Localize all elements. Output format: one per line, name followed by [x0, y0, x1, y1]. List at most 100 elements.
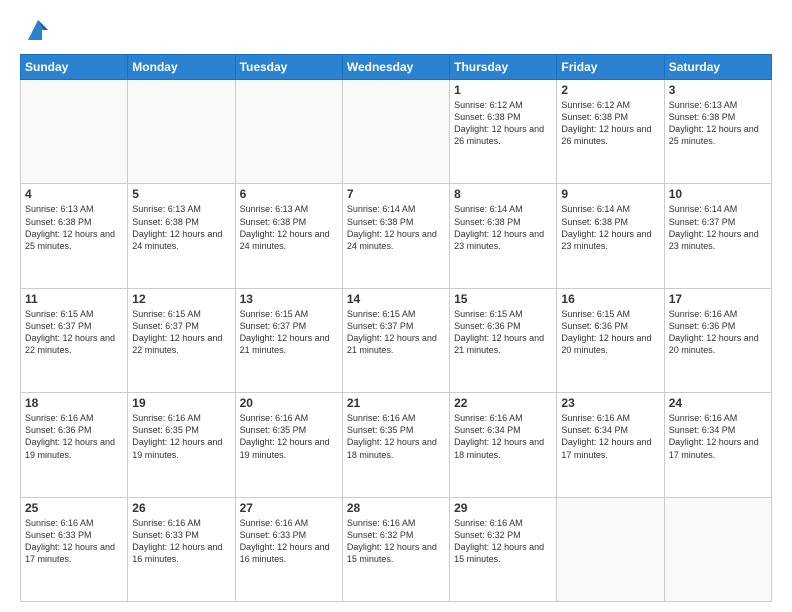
day-info: Sunrise: 6:15 AM Sunset: 6:37 PM Dayligh… [132, 308, 230, 357]
day-number: 24 [669, 396, 767, 410]
day-number: 9 [561, 187, 659, 201]
calendar-cell: 13 Sunrise: 6:15 AM Sunset: 6:37 PM Dayli… [235, 288, 342, 392]
day-info: Sunrise: 6:13 AM Sunset: 6:38 PM Dayligh… [240, 203, 338, 252]
day-number: 3 [669, 83, 767, 97]
calendar-cell [664, 497, 771, 601]
day-info: Sunrise: 6:15 AM Sunset: 6:37 PM Dayligh… [240, 308, 338, 357]
day-number: 16 [561, 292, 659, 306]
calendar-cell: 2Sunrise: 6:12 AM Sunset: 6:38 PM Daylig… [557, 80, 664, 184]
calendar-cell: 17 Sunrise: 6:16 AM Sunset: 6:36 PM Dayli… [664, 288, 771, 392]
day-info: Sunrise: 6:16 AM Sunset: 6:34 PM Dayligh… [669, 412, 767, 461]
calendar-cell [557, 497, 664, 601]
day-number: 15 [454, 292, 552, 306]
day-number: 6 [240, 187, 338, 201]
calendar-cell: 24 Sunrise: 6:16 AM Sunset: 6:34 PM Dayli… [664, 393, 771, 497]
day-info: Sunrise: 6:15 AM Sunset: 6:37 PM Dayligh… [347, 308, 445, 357]
calendar-cell: 8 Sunrise: 6:14 AM Sunset: 6:38 PM Daylig… [450, 184, 557, 288]
weekday-header-friday: Friday [557, 55, 664, 80]
day-info: Sunrise: 6:12 AM Sunset: 6:38 PM Dayligh… [561, 99, 659, 148]
calendar-cell: 7 Sunrise: 6:14 AM Sunset: 6:38 PM Daylig… [342, 184, 449, 288]
calendar-cell: 14 Sunrise: 6:15 AM Sunset: 6:37 PM Dayli… [342, 288, 449, 392]
day-info: Sunrise: 6:13 AM Sunset: 6:38 PM Dayligh… [25, 203, 123, 252]
day-info: Sunrise: 6:16 AM Sunset: 6:36 PM Dayligh… [25, 412, 123, 461]
day-info: Sunrise: 6:16 AM Sunset: 6:32 PM Dayligh… [347, 517, 445, 566]
calendar-cell: 9 Sunrise: 6:14 AM Sunset: 6:38 PM Daylig… [557, 184, 664, 288]
weekday-header-tuesday: Tuesday [235, 55, 342, 80]
day-info: Sunrise: 6:13 AM Sunset: 6:38 PM Dayligh… [132, 203, 230, 252]
day-number: 21 [347, 396, 445, 410]
day-number: 23 [561, 396, 659, 410]
calendar-week-5: 25Sunrise: 6:16 AM Sunset: 6:33 PM Dayli… [21, 497, 772, 601]
weekday-header-monday: Monday [128, 55, 235, 80]
day-number: 12 [132, 292, 230, 306]
calendar-cell: 16 Sunrise: 6:15 AM Sunset: 6:36 PM Dayli… [557, 288, 664, 392]
day-info: Sunrise: 6:16 AM Sunset: 6:35 PM Dayligh… [240, 412, 338, 461]
calendar-cell: 19 Sunrise: 6:16 AM Sunset: 6:35 PM Dayli… [128, 393, 235, 497]
day-number: 29 [454, 501, 552, 515]
day-number: 14 [347, 292, 445, 306]
calendar-cell: 11 Sunrise: 6:15 AM Sunset: 6:37 PM Dayli… [21, 288, 128, 392]
weekday-header-saturday: Saturday [664, 55, 771, 80]
day-number: 4 [25, 187, 123, 201]
calendar-week-2: 4 Sunrise: 6:13 AM Sunset: 6:38 PM Daylig… [21, 184, 772, 288]
calendar-cell: 22 Sunrise: 6:16 AM Sunset: 6:34 PM Dayli… [450, 393, 557, 497]
day-number: 8 [454, 187, 552, 201]
day-number: 26 [132, 501, 230, 515]
day-info: Sunrise: 6:16 AM Sunset: 6:36 PM Dayligh… [669, 308, 767, 357]
day-number: 18 [25, 396, 123, 410]
calendar-cell: 26Sunrise: 6:16 AM Sunset: 6:33 PM Dayli… [128, 497, 235, 601]
calendar-cell: 1 Sunrise: 6:12 AM Sunset: 6:38 PM Daylig… [450, 80, 557, 184]
day-info: Sunrise: 6:14 AM Sunset: 6:38 PM Dayligh… [561, 203, 659, 252]
day-number: 28 [347, 501, 445, 515]
day-info: Sunrise: 6:16 AM Sunset: 6:34 PM Dayligh… [454, 412, 552, 461]
day-info: Sunrise: 6:15 AM Sunset: 6:36 PM Dayligh… [561, 308, 659, 357]
day-info: Sunrise: 6:14 AM Sunset: 6:38 PM Dayligh… [347, 203, 445, 252]
day-info: Sunrise: 6:15 AM Sunset: 6:37 PM Dayligh… [25, 308, 123, 357]
calendar-header-row: SundayMondayTuesdayWednesdayThursdayFrid… [21, 55, 772, 80]
day-number: 10 [669, 187, 767, 201]
day-info: Sunrise: 6:12 AM Sunset: 6:38 PM Dayligh… [454, 99, 552, 148]
day-number: 11 [25, 292, 123, 306]
day-info: Sunrise: 6:16 AM Sunset: 6:35 PM Dayligh… [347, 412, 445, 461]
day-info: Sunrise: 6:16 AM Sunset: 6:32 PM Dayligh… [454, 517, 552, 566]
weekday-header-thursday: Thursday [450, 55, 557, 80]
calendar-cell: 29 Sunrise: 6:16 AM Sunset: 6:32 PM Dayli… [450, 497, 557, 601]
day-number: 17 [669, 292, 767, 306]
day-info: Sunrise: 6:16 AM Sunset: 6:33 PM Dayligh… [240, 517, 338, 566]
day-info: Sunrise: 6:13 AM Sunset: 6:38 PM Dayligh… [669, 99, 767, 148]
day-number: 7 [347, 187, 445, 201]
day-info: Sunrise: 6:15 AM Sunset: 6:36 PM Dayligh… [454, 308, 552, 357]
day-number: 1 [454, 83, 552, 97]
calendar-cell: 12 Sunrise: 6:15 AM Sunset: 6:37 PM Dayli… [128, 288, 235, 392]
calendar-cell: 4 Sunrise: 6:13 AM Sunset: 6:38 PM Daylig… [21, 184, 128, 288]
day-info: Sunrise: 6:16 AM Sunset: 6:33 PM Dayligh… [25, 517, 123, 566]
calendar-cell [21, 80, 128, 184]
calendar-week-1: 1 Sunrise: 6:12 AM Sunset: 6:38 PM Daylig… [21, 80, 772, 184]
calendar-cell: 3 Sunrise: 6:13 AM Sunset: 6:38 PM Daylig… [664, 80, 771, 184]
day-number: 5 [132, 187, 230, 201]
header [20, 16, 772, 44]
calendar-cell: 23Sunrise: 6:16 AM Sunset: 6:34 PM Dayli… [557, 393, 664, 497]
calendar-week-3: 11 Sunrise: 6:15 AM Sunset: 6:37 PM Dayli… [21, 288, 772, 392]
day-number: 19 [132, 396, 230, 410]
calendar-table: SundayMondayTuesdayWednesdayThursdayFrid… [20, 54, 772, 602]
day-number: 27 [240, 501, 338, 515]
calendar-cell: 15 Sunrise: 6:15 AM Sunset: 6:36 PM Dayli… [450, 288, 557, 392]
weekday-header-sunday: Sunday [21, 55, 128, 80]
page: SundayMondayTuesdayWednesdayThursdayFrid… [0, 0, 792, 612]
calendar-cell: 10Sunrise: 6:14 AM Sunset: 6:37 PM Dayli… [664, 184, 771, 288]
calendar-cell [128, 80, 235, 184]
day-number: 20 [240, 396, 338, 410]
calendar-cell: 5 Sunrise: 6:13 AM Sunset: 6:38 PM Daylig… [128, 184, 235, 288]
calendar-cell: 20 Sunrise: 6:16 AM Sunset: 6:35 PM Dayli… [235, 393, 342, 497]
day-number: 13 [240, 292, 338, 306]
calendar-cell: 25Sunrise: 6:16 AM Sunset: 6:33 PM Dayli… [21, 497, 128, 601]
calendar-cell: 28 Sunrise: 6:16 AM Sunset: 6:32 PM Dayli… [342, 497, 449, 601]
weekday-header-wednesday: Wednesday [342, 55, 449, 80]
calendar-cell [342, 80, 449, 184]
calendar-cell: 27 Sunrise: 6:16 AM Sunset: 6:33 PM Dayli… [235, 497, 342, 601]
day-info: Sunrise: 6:16 AM Sunset: 6:35 PM Dayligh… [132, 412, 230, 461]
day-number: 22 [454, 396, 552, 410]
logo [20, 16, 52, 44]
day-info: Sunrise: 6:14 AM Sunset: 6:38 PM Dayligh… [454, 203, 552, 252]
